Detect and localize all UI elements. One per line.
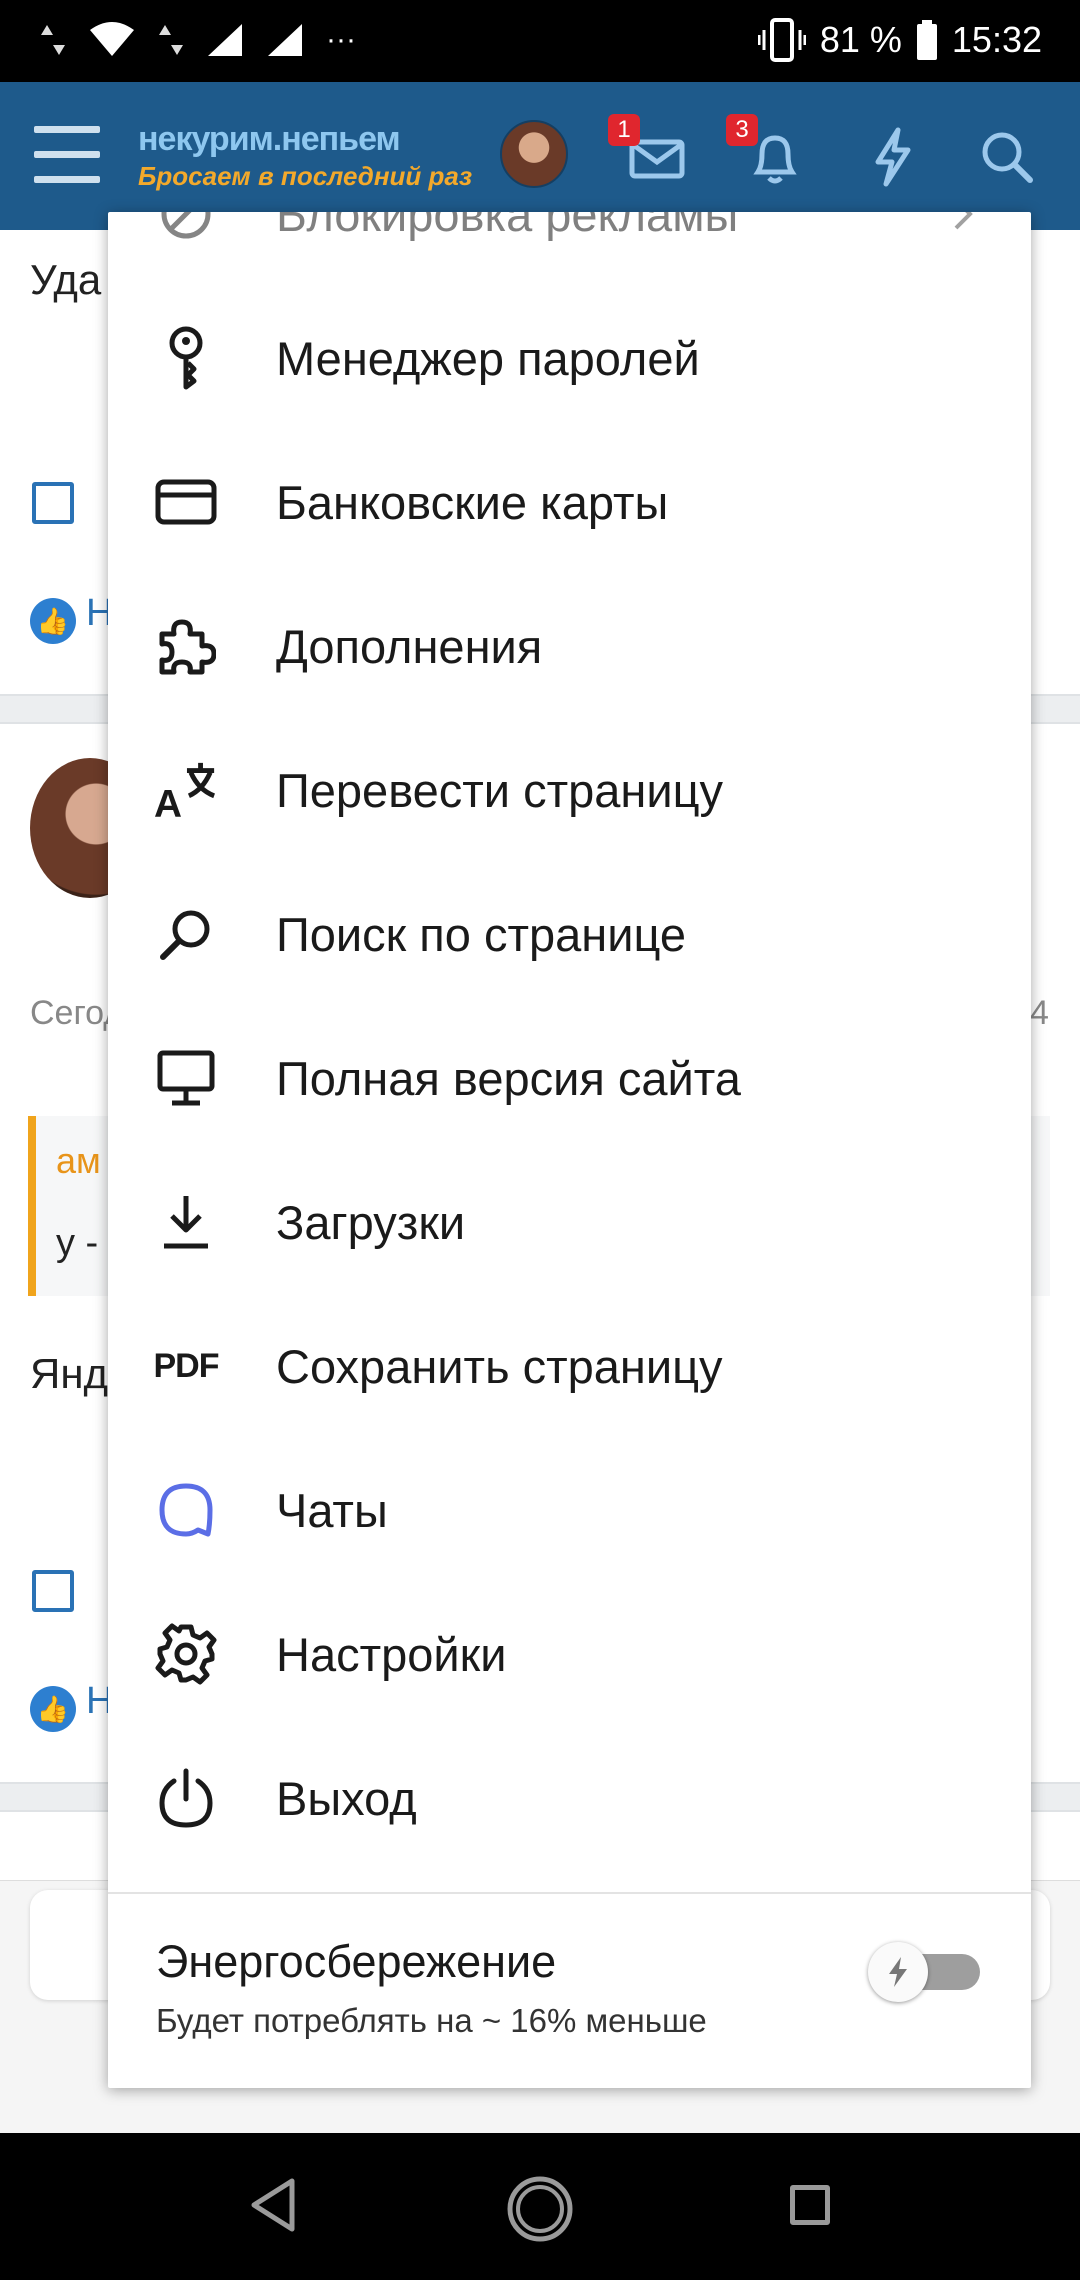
menu-label-desktop-version: Полная версия сайта <box>276 1051 741 1105</box>
menu-item-password-manager[interactable]: Менеджер паролей <box>108 286 1031 430</box>
hamburger-menu-icon[interactable] <box>34 126 100 186</box>
bg-post-text-2: Янд <box>30 1350 109 1397</box>
menu-label-exit: Выход <box>276 1771 417 1825</box>
site-search-button[interactable] <box>972 122 1042 192</box>
menu-label-translate: Перевести страницу <box>276 763 724 817</box>
power-saving-toggle[interactable] <box>868 1942 980 2002</box>
whats-new-button[interactable] <box>858 122 928 192</box>
bg-post-text: Уда <box>30 256 102 303</box>
battery-icon <box>916 20 937 60</box>
menu-item-ad-block[interactable]: Блокировка рекламы <box>108 212 1031 286</box>
user-avatar[interactable] <box>500 120 568 188</box>
bg-checkbox[interactable] <box>32 482 74 524</box>
menu-label-bank-cards: Банковские карты <box>276 475 669 529</box>
bg-quote-text: у - <box>56 1222 99 1264</box>
search-icon <box>154 902 218 966</box>
card-icon <box>154 470 218 534</box>
data-transfer-icon-2 <box>159 25 183 55</box>
more-notifications: ··· <box>326 23 356 56</box>
block-icon <box>154 212 218 246</box>
vibrate-icon <box>757 18 806 62</box>
clock: 15:32 <box>951 19 1042 60</box>
menu-item-chats[interactable]: Чаты <box>108 1438 1031 1582</box>
home-icon[interactable] <box>506 2175 574 2243</box>
menu-item-exit[interactable]: Выход <box>108 1726 1031 1870</box>
chevron-right-icon <box>954 212 973 230</box>
download-icon <box>154 1190 218 1254</box>
site-logo[interactable]: некурим.непьем Бросаем в последний раз <box>138 120 472 192</box>
data-transfer-icon <box>41 25 65 55</box>
recents-icon[interactable] <box>790 2185 830 2225</box>
messages-button[interactable]: 1 <box>608 114 692 192</box>
menu-item-save-page[interactable]: PDF Сохранить страницу <box>108 1294 1031 1438</box>
like-icon-2[interactable]: 👍 <box>30 1686 76 1732</box>
key-icon <box>154 326 218 390</box>
power-icon <box>154 1766 218 1830</box>
menu-item-desktop-version[interactable]: Полная версия сайта <box>108 1006 1031 1150</box>
back-icon[interactable] <box>248 2177 298 2233</box>
menu-label-password-manager: Менеджер паролей <box>276 331 700 385</box>
menu-label-downloads: Загрузки <box>276 1195 466 1249</box>
menu-item-extensions[interactable]: Дополнения <box>108 574 1031 718</box>
lightning-icon-small <box>889 1957 907 1987</box>
logo-title: некурим.непьем <box>138 120 401 158</box>
logo-slogan: Бросаем в последний раз <box>138 161 473 191</box>
puzzle-icon <box>154 614 218 678</box>
bg-post-number: 4 <box>1030 994 1049 1032</box>
alerts-badge: 3 <box>726 114 758 146</box>
site-header: некурим.непьем Бросаем в последний раз 1… <box>0 82 1080 230</box>
menu-divider <box>108 1892 1031 1894</box>
battery-percent: 81 % <box>819 19 902 60</box>
signal-icon-2 <box>268 24 302 56</box>
bg-checkbox-2[interactable] <box>32 1570 74 1612</box>
alerts-button[interactable]: 3 <box>726 114 810 192</box>
like-icon[interactable]: 👍 <box>30 598 76 644</box>
menu-label-settings: Настройки <box>276 1627 507 1681</box>
wifi-icon <box>90 22 134 56</box>
system-nav-bar <box>0 2133 1080 2280</box>
power-saving-title: Энергосбережение <box>156 1936 557 1987</box>
menu-item-find-in-page[interactable]: Поиск по странице <box>108 862 1031 1006</box>
browser-menu-popup: Блокировка рекламы Менеджер паролей Банк… <box>108 212 1031 2088</box>
lightning-icon <box>875 127 911 187</box>
menu-label-extensions: Дополнения <box>276 619 543 673</box>
bg-quote-author: ам <box>56 1140 101 1181</box>
menu-item-bank-cards[interactable]: Банковские карты <box>108 430 1031 574</box>
toggle-thumb <box>868 1942 928 2002</box>
power-saving-subtitle: Будет потреблять на ~ 16% меньше <box>156 2002 707 2039</box>
chat-icon <box>154 1478 218 1542</box>
menu-item-downloads[interactable]: Загрузки <box>108 1150 1031 1294</box>
menu-item-translate[interactable]: A Перевести страницу <box>108 718 1031 862</box>
menu-label-save-page: Сохранить страницу <box>276 1339 723 1393</box>
menu-label-chats: Чаты <box>276 1483 388 1537</box>
gear-icon <box>154 1622 218 1686</box>
translate-icon: A <box>154 758 218 822</box>
menu-label-ad-block: Блокировка рекламы <box>276 212 739 241</box>
messages-badge: 1 <box>608 114 640 146</box>
svg-text:A: A <box>154 783 182 822</box>
status-bar: ··· 81 % 15:32 <box>0 0 1080 82</box>
menu-label-find-in-page: Поиск по странице <box>276 907 686 961</box>
signal-icon <box>208 24 242 56</box>
magnifier-icon <box>982 132 1033 183</box>
pdf-icon-text: PDF <box>153 1346 220 1385</box>
pdf-icon: PDF <box>153 1334 220 1398</box>
desktop-icon <box>154 1046 218 1110</box>
menu-item-settings[interactable]: Настройки <box>108 1582 1031 1726</box>
